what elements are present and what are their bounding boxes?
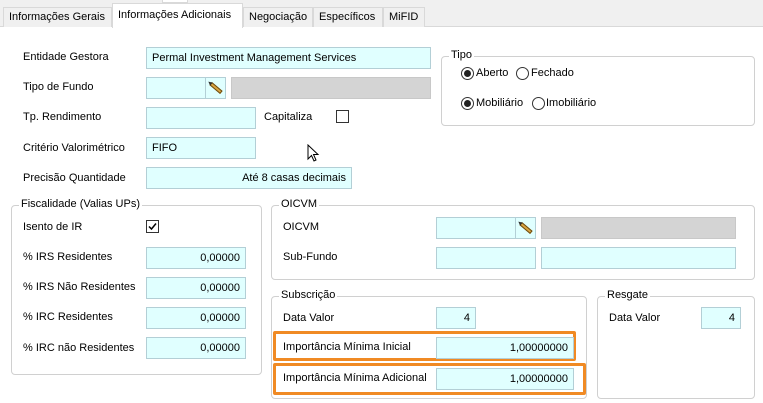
radio-mobiliario-label: Mobiliário: [476, 97, 524, 109]
irs-nao-residentes-label: % IRS Não Residentes: [23, 281, 136, 293]
irc-nao-residentes-field[interactable]: 0,00000: [146, 337, 246, 359]
isento-ir-label: Isento de IR: [23, 221, 83, 233]
criterio-valorimetrico-field[interactable]: FIFO: [146, 137, 256, 159]
radio-fechado[interactable]: [516, 67, 529, 80]
tipo-fundo-pick-button[interactable]: [205, 78, 225, 98]
oicvm-label: OICVM: [283, 221, 320, 233]
sub-fundo-field[interactable]: [436, 247, 536, 269]
tipo-group-title: Tipo: [449, 49, 474, 61]
oicvm-pick-button[interactable]: [515, 218, 535, 238]
tab-mifid[interactable]: MiFID: [383, 7, 425, 27]
irc-nao-residentes-label: % IRC não Residentes: [23, 342, 135, 354]
sub-fundo-label: Sub-Fundo: [283, 251, 338, 263]
capitaliza-label: Capitaliza: [264, 111, 313, 123]
tab-negociacao[interactable]: Negociação: [243, 7, 313, 27]
importancia-minima-adicional-field[interactable]: 1,00000000: [436, 368, 574, 390]
entidade-gestora-field[interactable]: Permal Investment Management Services: [146, 47, 431, 69]
subscricao-data-valor-label: Data Valor: [283, 312, 335, 324]
resgate-group-title: Resgate: [605, 289, 650, 301]
oicvm-description: [541, 217, 736, 239]
oicvm-group-title: OICVM: [279, 198, 320, 210]
capitaliza-checkbox[interactable]: [336, 110, 349, 123]
tipo-fundo-label: Tipo de Fundo: [23, 81, 94, 93]
precisao-quantidade-label: Precisão Quantidade: [23, 172, 126, 184]
irc-residentes-label: % IRC Residentes: [23, 311, 113, 323]
irs-nao-residentes-field[interactable]: 0,00000: [146, 277, 246, 299]
entidade-gestora-label: Entidade Gestora: [23, 51, 109, 63]
radio-imobiliario-label: Imobiliário: [546, 97, 597, 109]
tp-rendimento-label: Tp. Rendimento: [23, 111, 102, 123]
oicvm-field[interactable]: [436, 217, 536, 239]
criterio-valorimetrico-label: Critério Valorimétrico: [23, 142, 125, 154]
irs-residentes-field[interactable]: 0,00000: [146, 247, 246, 269]
tab-bar: Informações Gerais Informações Adicionai…: [0, 0, 763, 28]
tipo-fundo-description: [231, 77, 431, 99]
resgate-data-valor-field[interactable]: 4: [701, 307, 741, 329]
importancia-minima-inicial-field[interactable]: 1,00000000: [436, 337, 574, 359]
subscricao-data-valor-field[interactable]: 4: [436, 307, 476, 329]
precisao-quantidade-field[interactable]: Até 8 casas decimais: [146, 167, 352, 189]
tipo-fundo-field[interactable]: [146, 77, 226, 99]
radio-mobiliario[interactable]: [461, 97, 474, 110]
sub-fundo-description[interactable]: [541, 247, 736, 269]
importancia-minima-adicional-label: Importância Mínima Adicional: [283, 372, 427, 384]
irs-residentes-label: % IRS Residentes: [23, 251, 113, 263]
importancia-minima-inicial-label: Importância Mínima Inicial: [283, 341, 411, 353]
tab-informacoes-gerais[interactable]: Informações Gerais: [3, 7, 112, 27]
subscricao-group-title: Subscrição: [279, 289, 338, 301]
radio-aberto-label: Aberto: [476, 67, 509, 79]
mouse-pointer-icon: [307, 144, 320, 162]
pencil-icon: [209, 81, 223, 95]
resgate-data-valor-label: Data Valor: [609, 312, 661, 324]
radio-imobiliario[interactable]: [532, 97, 545, 110]
tp-rendimento-field[interactable]: [146, 107, 256, 129]
checkmark-icon: [148, 223, 157, 231]
tab-informacoes-adicionais[interactable]: Informações Adicionais: [112, 3, 243, 28]
radio-fechado-label: Fechado: [531, 67, 574, 79]
fiscalidade-group-title: Fiscalidade (Valias UPs): [19, 198, 143, 210]
pencil-icon: [519, 221, 533, 235]
isento-ir-checkbox[interactable]: [146, 220, 159, 233]
radio-aberto[interactable]: [461, 67, 474, 80]
tab-especificos[interactable]: Específicos: [313, 7, 383, 27]
irc-residentes-field[interactable]: 0,00000: [146, 307, 246, 329]
